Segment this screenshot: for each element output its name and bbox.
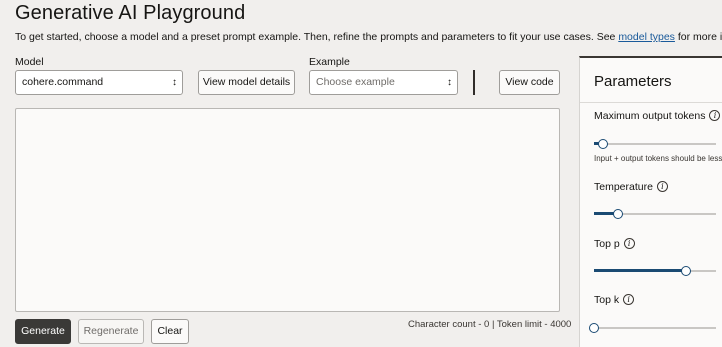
character-count: Character count - 0 | Token limit - 4000 bbox=[408, 319, 572, 330]
temperature-label: Temperature i bbox=[594, 181, 668, 193]
temperature-slider[interactable] bbox=[594, 208, 716, 220]
slider-thumb[interactable] bbox=[613, 209, 624, 219]
view-model-details-button[interactable]: View model details bbox=[198, 70, 295, 95]
slider-fill bbox=[594, 269, 686, 272]
slider-track bbox=[594, 143, 716, 145]
parameters-divider bbox=[580, 102, 722, 103]
example-select[interactable]: Choose example ↕ bbox=[309, 70, 458, 95]
slider-thumb[interactable] bbox=[597, 139, 608, 149]
top-p-label: Top pi bbox=[594, 238, 635, 250]
top-k-text: Top k bbox=[594, 294, 620, 306]
info-icon[interactable]: i bbox=[656, 181, 668, 192]
example-select-placeholder: Choose example bbox=[316, 76, 395, 88]
model-select-value: cohere.command bbox=[22, 76, 104, 88]
slider-track bbox=[594, 327, 716, 329]
slider-thumb[interactable] bbox=[680, 266, 691, 276]
example-label: Example bbox=[309, 56, 350, 68]
temperature-text: Temperature bbox=[594, 181, 653, 193]
top-k-label: Top ki bbox=[594, 294, 635, 306]
toolbar-divider bbox=[473, 70, 475, 95]
chevron-updown-icon: ↕ bbox=[447, 77, 452, 88]
info-icon[interactable]: i bbox=[623, 238, 635, 249]
page-title: Generative AI Playground bbox=[15, 2, 246, 24]
clear-button[interactable]: Clear bbox=[151, 319, 189, 344]
model-select[interactable]: cohere.command ↕ bbox=[15, 70, 183, 95]
chevron-updown-icon: ↕ bbox=[172, 77, 177, 88]
intro-text: To get started, choose a model and a pre… bbox=[15, 31, 722, 43]
intro-text-main: To get started, choose a model and a pre… bbox=[15, 31, 619, 43]
max-output-tokens-hint: Input + output tokens should be less bbox=[594, 154, 722, 163]
generate-button[interactable]: Generate bbox=[15, 319, 71, 344]
parameters-title: Parameters bbox=[594, 73, 672, 90]
top-p-text: Top p bbox=[594, 238, 620, 250]
regenerate-button[interactable]: Regenerate bbox=[78, 319, 144, 344]
max-output-tokens-label: Maximum output tokens i bbox=[594, 110, 721, 122]
model-label: Model bbox=[15, 56, 44, 68]
view-code-button[interactable]: View code bbox=[499, 70, 560, 95]
top-p-slider[interactable] bbox=[594, 265, 716, 277]
top-k-slider[interactable] bbox=[589, 322, 716, 334]
intro-text-suffix: for more informatio bbox=[677, 31, 722, 43]
slider-thumb[interactable] bbox=[589, 323, 599, 333]
info-icon[interactable]: i bbox=[623, 294, 635, 305]
max-output-tokens-text: Maximum output tokens bbox=[594, 110, 706, 122]
max-output-tokens-slider[interactable] bbox=[594, 138, 716, 150]
info-icon[interactable]: i bbox=[709, 110, 721, 121]
model-types-link[interactable]: model types bbox=[618, 31, 675, 43]
prompt-textarea[interactable] bbox=[15, 108, 560, 312]
parameters-panel: Parameters Maximum output tokens i Input … bbox=[579, 56, 722, 347]
